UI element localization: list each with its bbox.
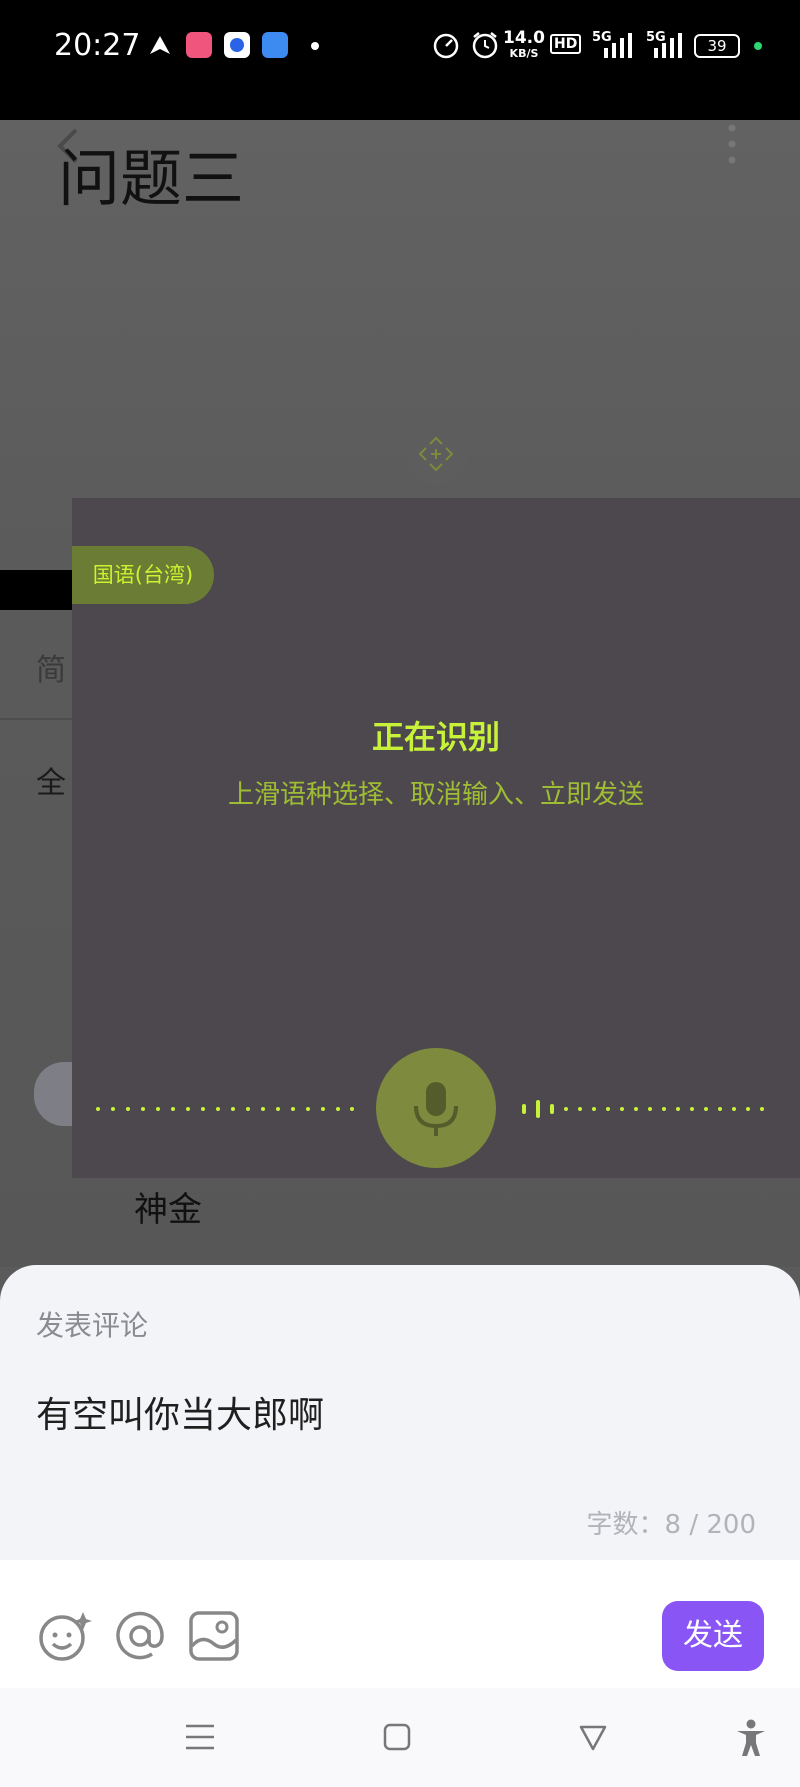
waveform-left [96, 1107, 354, 1111]
divider [0, 718, 80, 720]
app-pink-icon [186, 32, 212, 58]
username: 神金 [134, 1190, 202, 1230]
alarm-icon [472, 32, 498, 59]
page-title: 问题三 [58, 142, 245, 215]
status-time: 20:27 [54, 28, 141, 63]
signal-bars-icon [604, 33, 632, 58]
signal-bars-2-icon [654, 33, 682, 58]
move-arrows-icon [418, 436, 454, 472]
battery-indicator: 39 [694, 34, 740, 58]
all-comments-fragment[interactable]: 全 [36, 758, 66, 802]
accessibility-icon[interactable] [734, 1718, 768, 1758]
intro-tab-fragment[interactable]: 简 [36, 645, 66, 689]
image-icon[interactable] [188, 1610, 240, 1662]
battery-dot-icon [754, 42, 762, 50]
emoji-icon[interactable] [38, 1608, 92, 1662]
more-options-icon[interactable] [722, 122, 742, 166]
language-selector[interactable]: 国语(台湾) [72, 546, 214, 604]
home-icon[interactable] [382, 1722, 412, 1752]
more-notifications-dot-icon [311, 42, 319, 50]
network-speed: 14.0 KB/S [503, 28, 545, 61]
voice-hint: 上滑语种选择、取消输入、立即发送 [227, 780, 644, 810]
navigation-arrow-icon [150, 36, 170, 54]
sheet-title: 发表评论 [36, 1309, 149, 1342]
back-triangle-icon[interactable] [578, 1722, 608, 1752]
status-bar: 20:27 14.0 KB/S HD 5G 5G 39 [0, 0, 800, 120]
app-circle-icon [224, 32, 250, 58]
microphone-button[interactable] [376, 1048, 496, 1168]
microphone-icon [414, 1082, 458, 1136]
app-blue-icon [262, 32, 288, 58]
menu-icon[interactable] [184, 1722, 216, 1752]
send-button[interactable]: 发送 [662, 1601, 764, 1671]
move-handle[interactable] [404, 422, 468, 486]
mention-icon[interactable] [114, 1610, 166, 1662]
comment-input[interactable]: 有空叫你当大郎啊 [36, 1386, 324, 1438]
video-edge [0, 570, 80, 610]
waveform-right [522, 1100, 764, 1118]
recognition-status: 正在识别 [371, 718, 500, 756]
speedometer-icon [433, 33, 459, 59]
char-counter: 字数：8 / 200 [586, 1510, 756, 1540]
hd-badge: HD [550, 34, 582, 54]
